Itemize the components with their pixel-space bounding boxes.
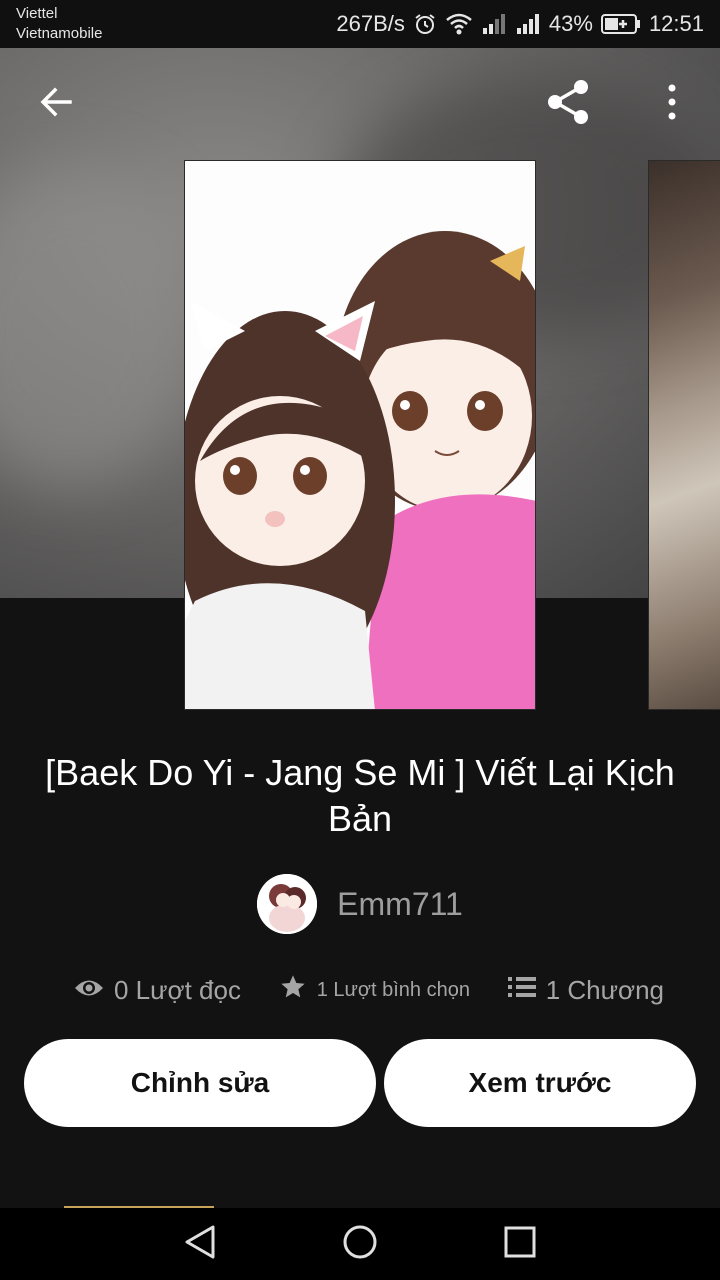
circle-home-icon xyxy=(342,1224,378,1265)
eye-icon xyxy=(74,975,104,1006)
status-bar: Viettel Vietnamobile 267B/s 43% 12:51 xyxy=(0,0,720,48)
edit-button[interactable]: Chỉnh sửa xyxy=(24,1039,376,1127)
blur-shape xyxy=(0,168,200,488)
list-icon xyxy=(507,975,536,1006)
share-button[interactable] xyxy=(536,72,600,136)
clock-time: 12:51 xyxy=(648,11,704,36)
battery-percent: 43% xyxy=(548,11,593,36)
back-button[interactable] xyxy=(24,72,88,136)
triangle-back-icon xyxy=(183,1224,217,1265)
share-icon xyxy=(543,77,593,132)
story-cover-image[interactable] xyxy=(184,160,536,710)
wifi-icon xyxy=(445,12,473,36)
navigation-bar xyxy=(0,1208,720,1280)
preview-button[interactable]: Xem trước xyxy=(384,1039,696,1127)
next-story-cover[interactable] xyxy=(648,160,720,710)
network-speed: 267B/s xyxy=(336,11,405,36)
story-stats: 0 Lượt đọc 1 Lượt bình chọn 1 Chương xyxy=(74,970,664,1010)
reads-count: 0 Lượt đọc xyxy=(114,974,241,1005)
cover-illustration xyxy=(185,161,535,709)
author-name[interactable]: Emm711 xyxy=(337,886,463,923)
alarm-icon xyxy=(413,12,437,36)
signal-icon-2 xyxy=(515,12,541,36)
star-icon xyxy=(279,973,307,1007)
carrier-1: Viettel xyxy=(16,5,58,22)
status-indicators: 267B/s 43% 12:51 xyxy=(336,10,704,38)
votes-count: 1 Lượt bình chọn xyxy=(316,978,470,1001)
chapters-stat: 1 Chương xyxy=(507,974,664,1006)
carrier-2: Vietnamobile xyxy=(16,25,103,42)
author-row[interactable]: Emm711 xyxy=(0,874,720,934)
more-vertical-icon xyxy=(666,84,678,125)
square-recents-icon xyxy=(503,1225,537,1264)
arrow-left-icon xyxy=(38,84,74,125)
votes-stat: 1 Lượt bình chọn xyxy=(279,973,470,1007)
story-title: [Baek Do Yi - Jang Se Mi ] Viết Lại Kịch… xyxy=(45,752,675,839)
nav-recents-button[interactable] xyxy=(488,1212,552,1276)
signal-icon-1 xyxy=(481,12,507,36)
nav-back-button[interactable] xyxy=(168,1212,232,1276)
avatar[interactable] xyxy=(257,874,318,934)
reads-stat: 0 Lượt đọc xyxy=(74,975,241,1006)
nav-home-button[interactable] xyxy=(328,1212,392,1276)
carrier-info: Viettel Vietnamobile xyxy=(16,4,102,44)
more-options-button[interactable] xyxy=(648,72,696,136)
battery-icon xyxy=(600,13,641,35)
chapters-count: 1 Chương xyxy=(545,974,664,1005)
